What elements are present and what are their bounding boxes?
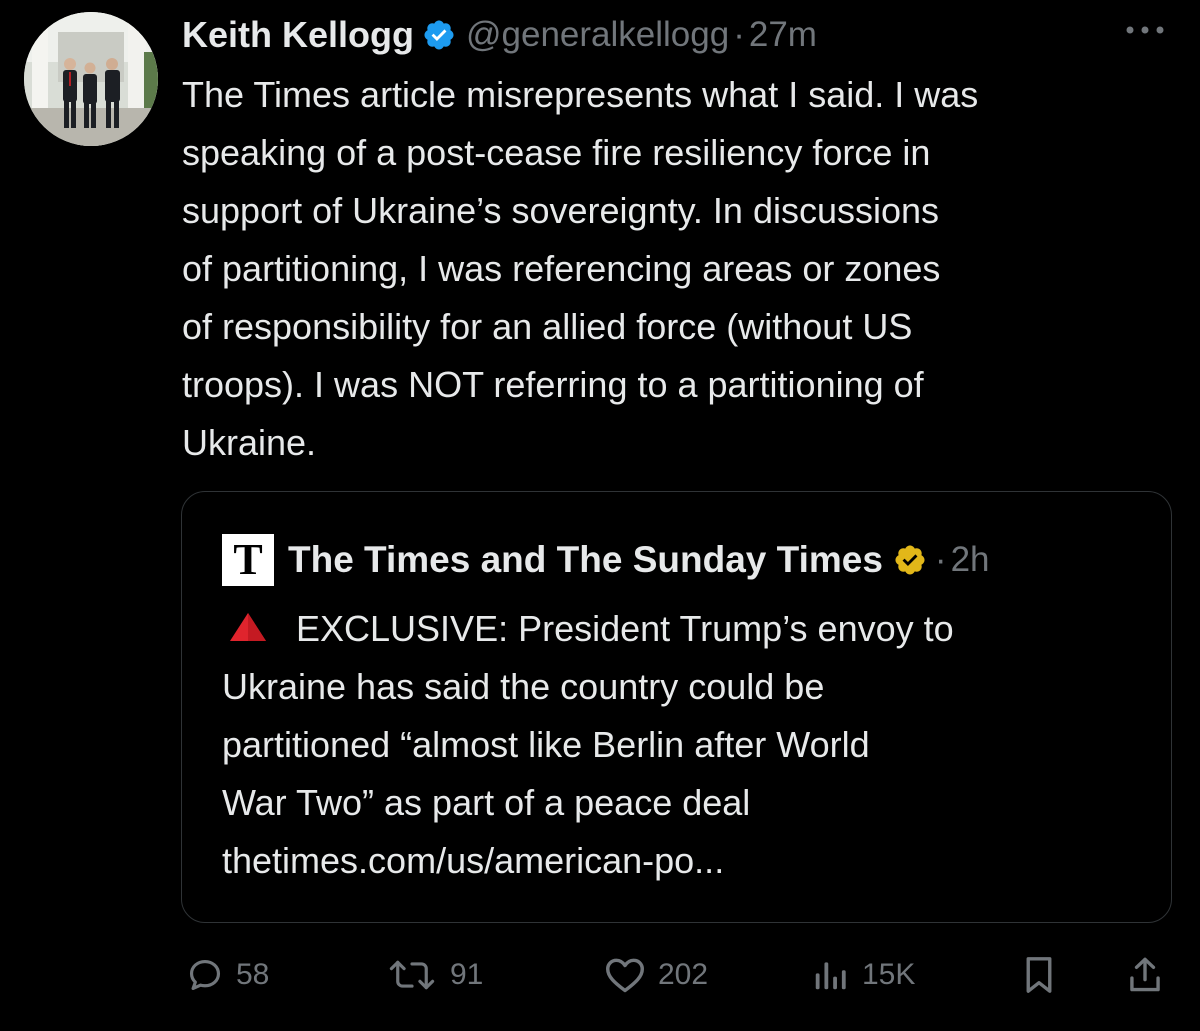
- quoted-author-name[interactable]: The Times and The Sunday Times: [288, 539, 883, 581]
- tweet-text-line: troops). I was NOT referring to a partit…: [182, 364, 924, 405]
- verified-badge-icon: [422, 18, 456, 52]
- like-button[interactable]: 202: [604, 950, 708, 1000]
- tweet-text: The Times article misrepresents what I s…: [182, 66, 1182, 472]
- separator-dot: ·: [733, 15, 745, 54]
- quoted-text-line: War Two” as part of a peace deal: [222, 782, 751, 823]
- repost-count: 91: [450, 958, 484, 991]
- reply-count: 58: [236, 958, 270, 991]
- quoted-text-line-content: EXCLUSIVE: President Trump’s envoy to: [296, 608, 954, 649]
- times-logo-icon: T: [222, 534, 274, 586]
- views-chart-icon: [815, 962, 846, 990]
- tweet-actions-bar: 58 91 202 15K: [0, 950, 1200, 1000]
- red-triangle-icon: [228, 611, 268, 643]
- more-options-icon[interactable]: [1120, 18, 1170, 42]
- reply-icon: [189, 959, 221, 991]
- avatar-photo: [24, 12, 158, 146]
- share-button[interactable]: [1126, 950, 1164, 1000]
- tweet-text-line: of responsibility for an allied force (w…: [182, 306, 913, 347]
- author-name[interactable]: Keith Kellogg: [182, 14, 414, 56]
- tweet-text-line: Ukraine.: [182, 422, 317, 463]
- views-button[interactable]: 15K: [810, 950, 915, 1000]
- reply-button[interactable]: 58: [186, 950, 269, 1000]
- separator-dot: ·: [934, 540, 947, 579]
- gold-verified-badge-icon: [893, 543, 927, 577]
- quoted-tweet-header: T The Times and The Sunday Times · 2h: [222, 532, 990, 588]
- tweet-timestamp[interactable]: 27m: [749, 15, 817, 55]
- tweet-text-line: support of Ukraine’s sovereignty. In dis…: [182, 190, 940, 231]
- quoted-text-line: EXCLUSIVE: President Trump’s envoy to: [222, 600, 1152, 658]
- avatar[interactable]: [24, 12, 158, 146]
- repost-icon: [389, 960, 435, 990]
- tweet-header: Keith Kellogg @generalkellogg · 27m: [182, 8, 817, 62]
- author-handle[interactable]: @generalkellogg: [466, 15, 729, 55]
- heart-icon: [606, 958, 644, 993]
- quoted-text-line: Ukraine has said the country could be: [222, 666, 825, 707]
- bookmark-icon: [1026, 957, 1052, 993]
- quoted-tweet-card[interactable]: T The Times and The Sunday Times · 2h EX…: [181, 491, 1172, 923]
- tweet-text-line: of partitioning, I was referencing areas…: [182, 248, 941, 289]
- quoted-text-line: partitioned “almost like Berlin after Wo…: [222, 724, 870, 765]
- tweet-text-line: The Times article misrepresents what I s…: [182, 74, 979, 115]
- quoted-tweet-text: EXCLUSIVE: President Trump’s envoy to Uk…: [222, 600, 1152, 890]
- tweet-text-line: speaking of a post-cease fire resiliency…: [182, 132, 931, 173]
- like-count: 202: [658, 958, 709, 991]
- bookmark-button[interactable]: [1020, 950, 1058, 1000]
- view-count: 15K: [862, 958, 916, 991]
- repost-button[interactable]: 91: [386, 950, 483, 1000]
- share-icon: [1130, 957, 1160, 992]
- quoted-link-text[interactable]: thetimes.com/us/american-po...: [222, 832, 1152, 890]
- quoted-tweet-timestamp[interactable]: 2h: [951, 540, 990, 580]
